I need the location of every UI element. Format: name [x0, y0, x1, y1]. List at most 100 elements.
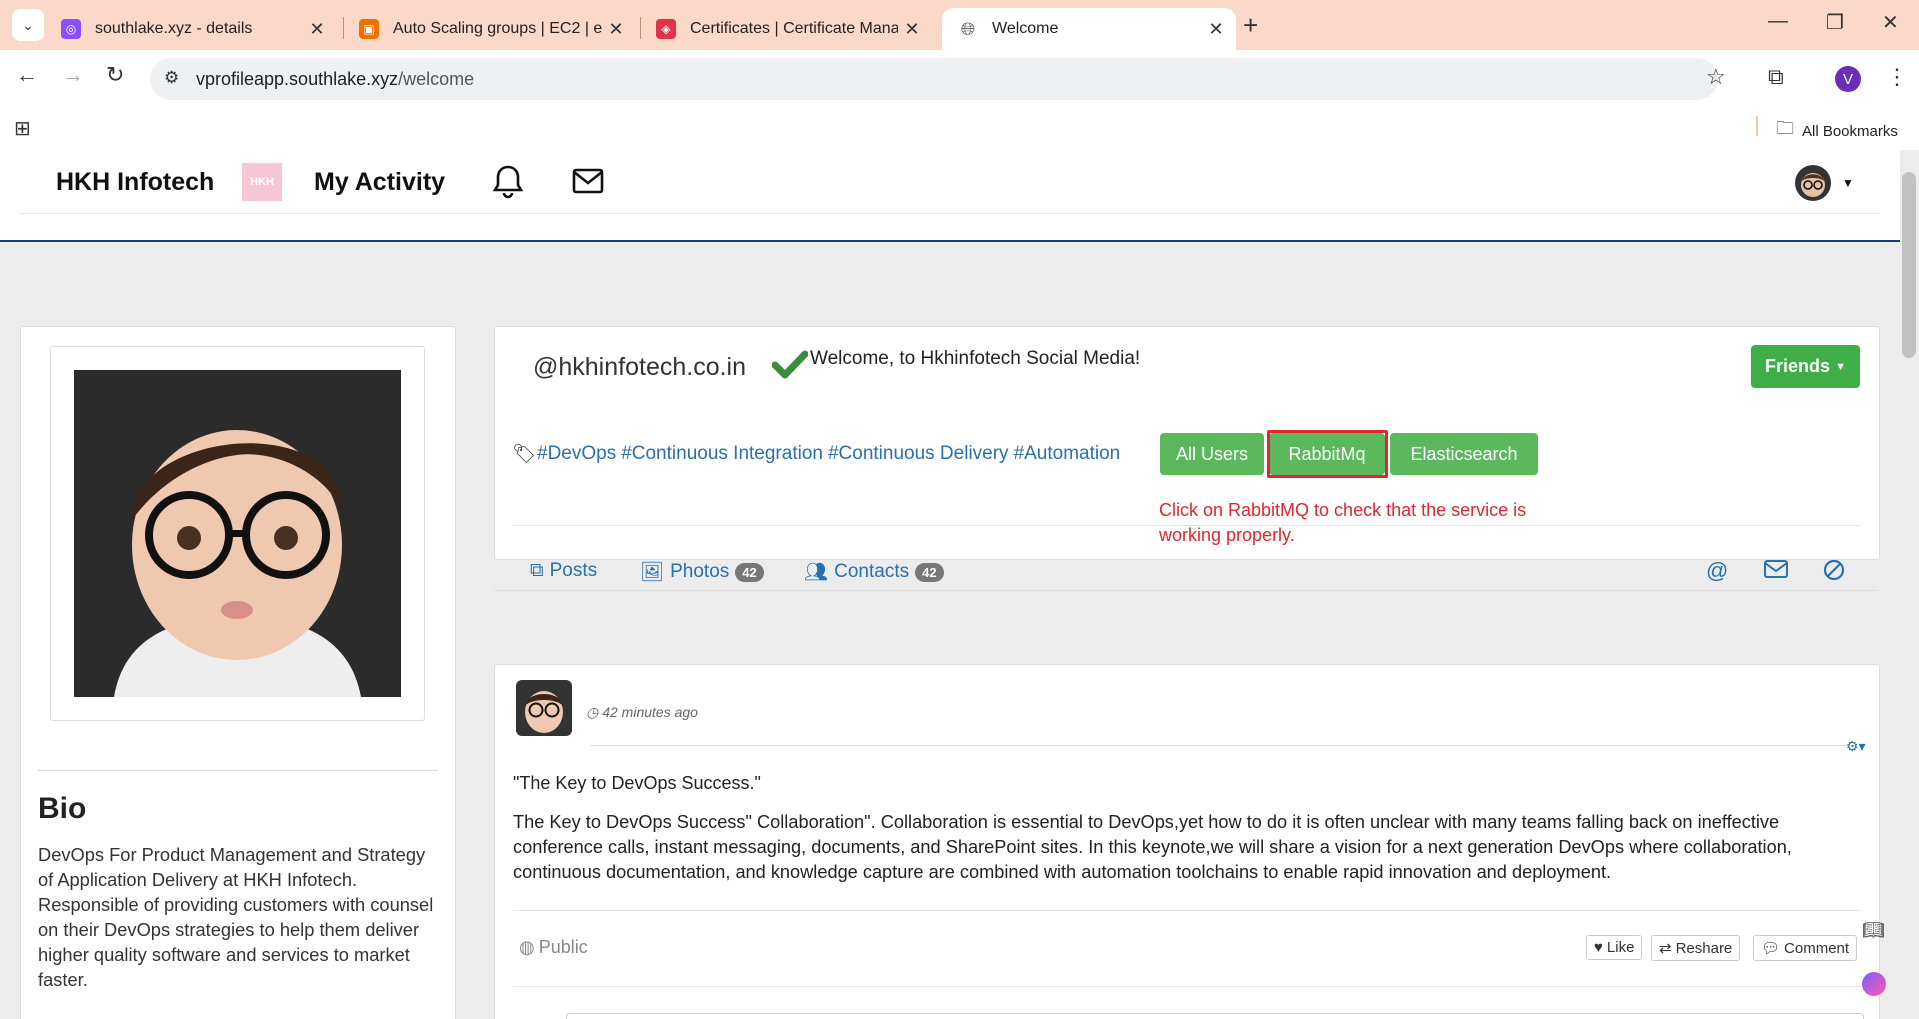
profile-handle: @hkhinfotech.co.in — [533, 353, 747, 381]
like-label: Like — [1606, 939, 1635, 956]
clock-icon: ◷ — [586, 704, 599, 720]
forward-icon[interactable]: → — [62, 62, 84, 88]
visibility-label: Public — [538, 937, 588, 957]
profile-avatar[interactable]: V — [1835, 66, 1861, 92]
close-tab-icon[interactable]: ✕ — [898, 19, 926, 40]
assistant-icon[interactable] — [1862, 972, 1886, 996]
retweet-icon: ⇄ — [1659, 940, 1672, 957]
scrollbar-thumb[interactable] — [1902, 172, 1916, 358]
comment-divider — [513, 986, 1861, 987]
tab-search-dropdown[interactable]: ⌄ — [12, 9, 44, 41]
all-bookmarks[interactable]: 🗀︎ All Bookmarks — [1776, 116, 1898, 146]
tab-title: southlake.xyz - details — [95, 20, 253, 37]
caret-down-icon[interactable]: ▼ — [1842, 176, 1854, 190]
photos-icon: 🖼︎ — [640, 562, 665, 583]
page-viewport: HKH Infotech HKH My Activity ▼ Bio DevOp… — [0, 150, 1900, 1019]
photos-label: Photos — [670, 561, 730, 582]
bookmark-star-icon[interactable]: ☆ — [1706, 64, 1726, 90]
tab-title: Auto Scaling groups | EC2 | eu-w — [393, 20, 602, 37]
section-divider — [494, 590, 1878, 591]
all-users-button[interactable]: All Users — [1160, 433, 1264, 475]
apps-grid-icon[interactable]: ⊞ — [14, 116, 31, 141]
heart-icon: ♥ — [1594, 939, 1603, 956]
welcome-message: Welcome, to Hkhinfotech Social Media! — [810, 348, 1141, 369]
block-icon[interactable] — [1823, 559, 1845, 586]
route53-icon: ◎ — [61, 19, 81, 39]
friends-dropdown-button[interactable]: Friends ▼ — [1751, 345, 1860, 388]
comment-button[interactable]: 💬︎ Comment — [1753, 935, 1858, 961]
site-info-icon[interactable]: ⚙ — [164, 68, 179, 88]
tag-continuous-integration[interactable]: #Continuous Integration — [621, 443, 823, 465]
bell-icon[interactable] — [492, 164, 524, 205]
tab-autoscaling[interactable]: ▣ Auto Scaling groups | EC2 | eu-w ✕ — [343, 8, 636, 50]
post-title: "The Key to DevOps Success." — [513, 773, 761, 793]
bio-text: DevOps For Product Management and Strate… — [38, 844, 434, 990]
url-text[interactable]: vprofileapp.southlake.xyz/welcome — [196, 69, 474, 90]
acm-icon: ◈ — [656, 19, 676, 39]
reading-mode-icon[interactable]: 📖︎ — [1862, 920, 1885, 941]
tab-southlake[interactable]: ◎ southlake.xyz - details ✕ — [45, 8, 337, 50]
close-tab-icon[interactable]: ✕ — [1202, 19, 1230, 40]
tag-devops[interactable]: #DevOps — [537, 443, 616, 465]
annotation-note: Click on RabbitMQ to check that the serv… — [1159, 500, 1527, 545]
tag-continuous-delivery[interactable]: #Continuous Delivery — [828, 443, 1009, 465]
close-tab-icon[interactable]: ✕ — [303, 19, 331, 40]
restore-icon[interactable]: ❐ — [1826, 10, 1844, 35]
posts-label: Posts — [549, 560, 598, 581]
back-icon[interactable]: ← — [16, 62, 38, 88]
close-tab-icon[interactable]: ✕ — [602, 19, 630, 40]
friends-label: Friends — [1765, 356, 1831, 376]
tag-automation[interactable]: #Automation — [1014, 443, 1121, 465]
reshare-label: Reshare — [1675, 939, 1733, 957]
post-timestamp: ◷ 42 minutes ago — [586, 704, 698, 721]
comment-icon: 💬︎ — [1761, 940, 1781, 957]
ec2-icon: ▣ — [359, 19, 379, 39]
tag-list: #DevOps #Continuous Integration #Continu… — [537, 443, 1120, 465]
post-header-divider — [590, 745, 1856, 746]
folder-icon: 🗀︎ — [1776, 118, 1794, 138]
url-path: /welcome — [398, 69, 475, 89]
navbar-divider — [20, 213, 1880, 214]
site-navbar — [0, 150, 1900, 242]
caret-down-icon: ▼ — [1835, 360, 1846, 373]
post-footer-divider — [513, 910, 1861, 911]
close-window-icon[interactable]: ✕ — [1882, 10, 1899, 35]
tab-posts[interactable]: ⧉ Posts — [530, 560, 597, 582]
reshare-button[interactable]: ⇄ Reshare — [1651, 935, 1741, 961]
brand-logo[interactable]: HKH — [242, 163, 282, 201]
like-button[interactable]: ♥ Like — [1586, 935, 1643, 960]
tab-welcome[interactable]: 🌐︎ Welcome ✕ — [942, 8, 1236, 50]
tab-title: Welcome — [992, 20, 1059, 37]
comment-input[interactable] — [566, 1013, 1864, 1019]
my-activity-link[interactable]: My Activity — [314, 168, 445, 197]
comment-label: Comment — [1784, 939, 1850, 957]
minimize-icon[interactable]: — — [1768, 10, 1788, 33]
bookmarks-bar — [0, 110, 1919, 150]
tab-certificates[interactable]: ◈ Certificates | Certificate Manage ✕ — [640, 8, 932, 50]
bio-heading: Bio — [38, 792, 87, 825]
user-avatar[interactable] — [1795, 165, 1831, 201]
reload-icon[interactable]: ↻ — [106, 62, 124, 88]
header-divider — [512, 525, 1860, 526]
verified-check-icon — [771, 350, 809, 385]
envelope-icon[interactable] — [572, 168, 604, 199]
new-tab-icon[interactable]: + — [1243, 10, 1258, 41]
post-settings-icon[interactable]: ⚙▾ — [1846, 738, 1866, 755]
contacts-label: Contacts — [834, 561, 910, 582]
menu-kebab-icon[interactable]: ⋮ — [1886, 64, 1908, 90]
contacts-count-badge: 42 — [915, 562, 944, 582]
all-bookmarks-label: All Bookmarks — [1802, 122, 1898, 140]
annotation-highlight-box — [1267, 430, 1388, 478]
tab-contacts[interactable]: 👥︎ Contacts 42 — [804, 560, 944, 584]
globe-icon: ◍ — [519, 937, 535, 957]
tags-icon: 🏷︎ — [512, 444, 537, 465]
post-visibility: ◍ Public — [519, 937, 588, 958]
elasticsearch-button[interactable]: Elasticsearch — [1390, 433, 1538, 475]
post-author-avatar[interactable] — [516, 680, 572, 736]
brand-link[interactable]: HKH Infotech — [56, 168, 214, 197]
extensions-icon[interactable]: ⧉ — [1768, 64, 1784, 90]
users-icon: 👥︎ — [804, 562, 829, 583]
at-sign-icon[interactable]: @ — [1706, 558, 1728, 584]
message-icon[interactable] — [1764, 560, 1788, 583]
tab-photos[interactable]: 🖼︎ Photos 42 — [640, 560, 764, 584]
